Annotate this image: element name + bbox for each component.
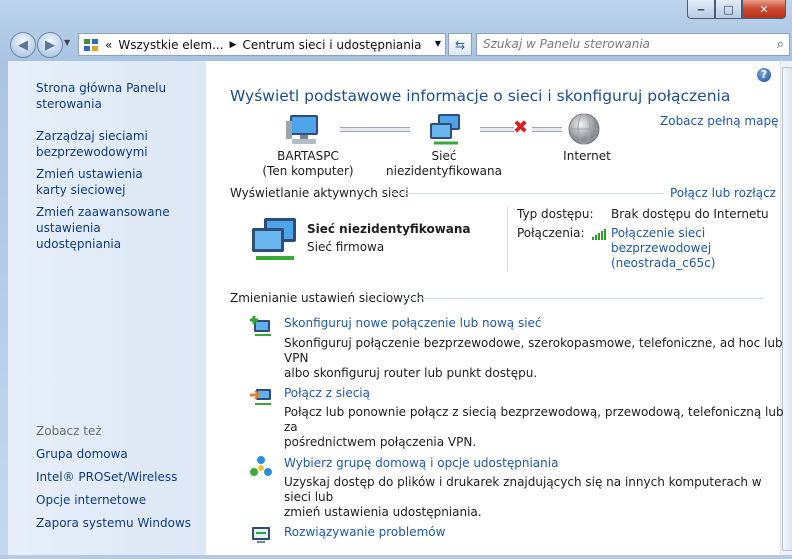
see-full-map-link[interactable]: Zobacz pełną mapę — [660, 114, 778, 128]
change-settings-divider — [404, 298, 764, 299]
active-network-icon — [252, 218, 296, 260]
refresh-icon: ⇆ — [454, 37, 466, 52]
active-network-name: Sieć niezidentyfikowana — [307, 222, 471, 236]
connections-label: Połączenia: — [517, 226, 585, 240]
homegroup-icon — [250, 456, 272, 476]
computer-sub: (Ten komputer) — [262, 164, 354, 178]
address-bar[interactable]: « Wszystkie elem... ▶ Centrum sieci i ud… — [78, 33, 446, 56]
active-network-type[interactable]: Sieć firmowa — [307, 240, 384, 254]
arrow-right-icon: ▶ — [45, 37, 55, 53]
map-link-network-internet-left — [480, 127, 514, 132]
task-connect-desc-line1: Połącz lub ponownie połącz z siecią bezp… — [284, 405, 784, 434]
active-networks-heading: Wyświetlanie aktywnych sieci — [230, 186, 409, 200]
change-settings-heading: Zmienianie ustawień sieciowych — [230, 291, 425, 305]
no-connection-icon[interactable]: ✖ — [513, 117, 528, 138]
task-homegroup-desc-line1: Uzyskaj dostęp do plików i drukarek znaj… — [284, 475, 762, 504]
sidebar-link-control-panel-home[interactable]: Strona główna Panelu sterowania — [36, 80, 196, 112]
refresh-button[interactable]: ⇆ — [448, 33, 472, 56]
sidebar-link-homegroup[interactable]: Grupa domowa — [36, 446, 128, 462]
troubleshoot-icon — [252, 527, 270, 543]
arrow-left-icon: ◀ — [18, 37, 28, 53]
new-connection-icon — [250, 316, 271, 336]
map-link-computer-network — [340, 127, 410, 132]
wireless-connection-link[interactable]: Połączenie sieci bezprzewodowej (neostra… — [611, 226, 715, 271]
window-bottom-border — [0, 555, 792, 559]
page-title: Wyświetl podstawowe informacje o sieci i… — [230, 87, 731, 105]
address-dropdown-icon[interactable]: ▼ — [435, 39, 441, 48]
see-also-heading: Zobacz też — [36, 424, 102, 438]
search-input[interactable] — [477, 34, 769, 53]
active-network-divider — [507, 207, 508, 271]
wireless-connection-line1: Połączenie sieci — [611, 226, 706, 240]
breadcrumb-separator-icon[interactable]: ▶ — [230, 40, 237, 50]
map-network-caption[interactable]: Sieć niezidentyfikowana — [374, 149, 514, 179]
wireless-connection-line3: (neostrada_c65c) — [611, 256, 716, 270]
close-button[interactable]: ✕ — [742, 0, 786, 19]
sidebar-link-intel-proset[interactable]: Intel® PROSet/Wireless — [36, 469, 177, 485]
task-connect-desc: Połącz lub ponownie połącz z siecią bezp… — [284, 405, 792, 450]
back-button[interactable]: ◀ — [10, 32, 36, 58]
address-overflow[interactable]: « — [105, 38, 112, 52]
computer-name: BARTASPC — [277, 149, 339, 163]
sidebar-link-manage-wireless[interactable]: Zarządzaj sieciami bezprzewodowymi — [36, 128, 176, 160]
task-troubleshoot-link[interactable]: Rozwiązywanie problemów — [284, 525, 445, 539]
active-networks-divider — [392, 193, 664, 194]
search-icon[interactable]: ⌕ — [777, 37, 784, 52]
sidebar-link-adapter-settings[interactable]: Zmień ustawienia karty sieciowej — [36, 166, 176, 198]
access-type-label: Typ dostępu: — [517, 207, 594, 221]
task-setup-connection-link[interactable]: Skonfiguruj nowe połączenie lub nową sie… — [284, 316, 542, 330]
task-setup-desc-line1: Skonfiguruj połączenie bezprzewodowe, sz… — [284, 336, 783, 365]
control-panel-icon — [84, 38, 98, 51]
minimize-button[interactable]: ‒ — [687, 0, 715, 19]
task-homegroup-link[interactable]: Wybierz grupę domową i opcje udostępnian… — [284, 456, 558, 470]
sidebar-link-internet-options[interactable]: Opcje internetowe — [36, 492, 146, 508]
wireless-connection-line2: bezprzewodowej — [611, 241, 712, 255]
task-connect-desc-line2: pośrednictwem połączenia VPN. — [284, 435, 477, 449]
map-internet-caption[interactable]: Internet — [556, 149, 618, 164]
forward-button[interactable]: ▶ — [37, 32, 63, 58]
access-type-value: Brak dostępu do Internetu — [611, 207, 769, 221]
task-homegroup-desc: Uzyskaj dostęp do plików i drukarek znaj… — [284, 475, 792, 520]
search-box[interactable]: ⌕ — [476, 33, 790, 56]
connect-disconnect-link[interactable]: Połącz lub rozłącz — [670, 186, 776, 200]
recent-pages-dropdown[interactable]: ▼ — [64, 38, 70, 47]
task-setup-desc-line2: albo skonfiguruj router lub punkt dostęp… — [284, 366, 538, 380]
breadcrumb-network-center[interactable]: Centrum sieci i udostępniania — [242, 38, 421, 52]
wifi-signal-icon — [592, 229, 606, 240]
computer-icon — [286, 115, 318, 144]
task-homegroup-desc-line2: zmień ustawienia udostępniania. — [284, 505, 482, 519]
task-connect-link[interactable]: Połącz z siecią — [284, 386, 370, 400]
map-computer-caption[interactable]: BARTASPC (Ten komputer) — [250, 149, 366, 179]
window-controls: ‒ □ ✕ — [687, 0, 786, 19]
internet-globe-icon — [568, 113, 600, 145]
map-link-network-internet-right — [532, 127, 562, 132]
help-icon[interactable]: ? — [757, 68, 771, 82]
task-setup-connection-desc: Skonfiguruj połączenie bezprzewodowe, sz… — [284, 336, 792, 381]
breadcrumb-all-items[interactable]: Wszystkie elem... — [118, 38, 223, 52]
maximize-button[interactable]: □ — [715, 0, 742, 19]
sidebar-link-windows-firewall[interactable]: Zapora systemu Windows — [36, 515, 191, 531]
connect-network-icon — [250, 389, 271, 405]
sidebar-link-advanced-sharing[interactable]: Zmień zaawansowane ustawienia udostępnia… — [36, 204, 186, 252]
network-icon — [430, 114, 460, 145]
